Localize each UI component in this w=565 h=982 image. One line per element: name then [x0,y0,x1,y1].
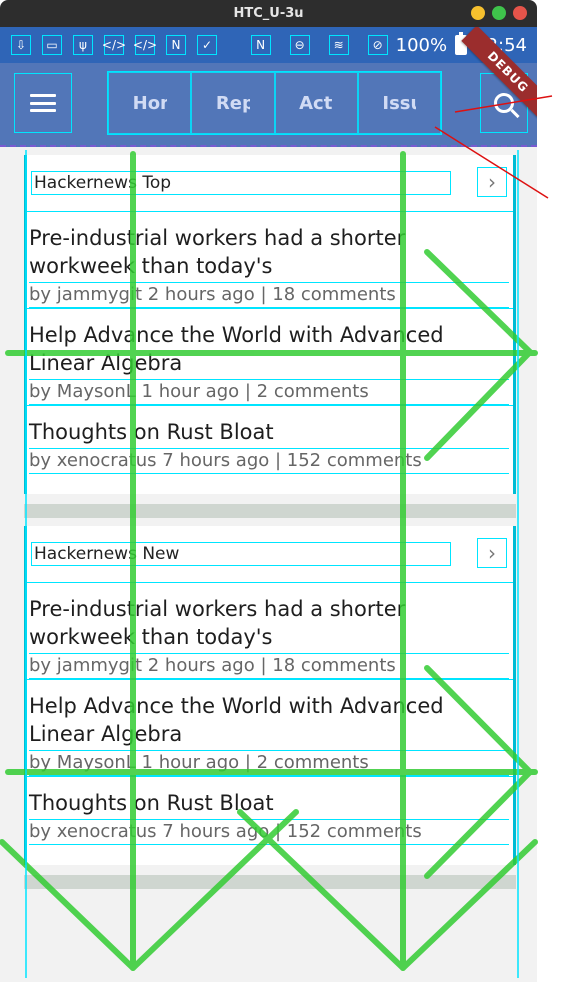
story-item[interactable]: Pre-industrial workers had a shorter wor… [27,582,513,679]
section-hackernews-top: Hackernews Top › Pre-industrial workers … [24,155,516,494]
code-icon: </> [102,35,126,55]
story-meta: by jammygit 2 hours ago | 18 comments [29,653,509,679]
battery-percent: 100% [395,34,448,56]
story-meta: by xenocratus 7 hours ago | 152 comments [29,819,509,845]
search-icon [494,93,514,113]
story-item[interactable]: Help Advance the World with Advanced Lin… [27,679,513,776]
window-controls [471,6,527,20]
story-item[interactable]: Thoughts on Rust Bloat by xenocratus 7 h… [27,776,513,845]
usb-icon: ψ [73,35,93,55]
window-titlebar: HTC_U-3u [0,0,537,27]
section-title: Hackernews New [31,542,451,566]
menu-button[interactable] [14,73,72,133]
n-app-icon: N [166,35,186,55]
story-meta: by MaysonL 1 hour ago | 2 comments [29,379,509,405]
no-sim-icon: ⊘ [367,35,388,55]
chevron-right-icon[interactable]: › [477,167,507,197]
close-button[interactable] [513,6,527,20]
tab-issues[interactable]: Issues [357,72,441,134]
window-title: HTC_U-3u [233,6,304,21]
do-not-disturb-icon: ⊖ [289,35,310,55]
story-item[interactable]: Pre-industrial workers had a shorter wor… [27,211,513,308]
section-divider [24,875,516,889]
story-title: Thoughts on Rust Bloat [29,791,274,815]
tab-label: Issues [382,92,416,114]
check-app-icon: ✓ [197,35,217,55]
section-hackernews-new: Hackernews New › Pre-industrial workers … [24,526,516,865]
maximize-button[interactable] [492,6,506,20]
section-title: Hackernews Top [31,171,451,195]
hamburger-icon [30,94,56,112]
story-title: Pre-industrial workers had a shorter wor… [29,226,406,278]
story-item[interactable]: Thoughts on Rust Bloat by xenocratus 7 h… [27,405,513,474]
wifi-icon: ≋ [328,35,349,55]
story-meta: by xenocratus 7 hours ago | 152 comments [29,448,509,474]
minimize-button[interactable] [471,6,485,20]
story-title: Help Advance the World with Advanced Lin… [29,694,444,746]
app-bar: Home Repo Activity Issues [0,63,537,147]
download-icon: ⇩ [11,35,31,55]
tab-label: Home [132,92,167,114]
story-meta: by MaysonL 1 hour ago | 2 comments [29,750,509,776]
tab-bar: Home Repo Activity Issues [107,71,442,135]
story-meta: by jammygit 2 hours ago | 18 comments [29,282,509,308]
section-header: Hackernews New › [27,526,513,582]
story-title: Help Advance the World with Advanced Lin… [29,323,444,375]
story-item[interactable]: Help Advance the World with Advanced Lin… [27,308,513,405]
status-bar: ⇩ ▭ ψ </> </> N ✓ N ⊖ ≋ ⊘ 100% 12:54 [0,27,537,63]
chevron-right-icon[interactable]: › [477,538,507,568]
nfc-icon: N [250,35,271,55]
code-icon-2: </> [133,35,157,55]
story-title: Pre-industrial workers had a shorter wor… [29,597,406,649]
tab-home[interactable]: Home [108,72,192,134]
feed-list[interactable]: Hackernews Top › Pre-industrial workers … [4,147,516,982]
tab-activity[interactable]: Activity [274,72,358,134]
story-title: Thoughts on Rust Bloat [29,420,274,444]
device-screen: ⇩ ▭ ψ </> </> N ✓ N ⊖ ≋ ⊘ 100% 12:54 Hom… [0,27,537,982]
tab-label: Activity [299,92,333,114]
tab-label: Repo [215,92,250,114]
screen-icon: ▭ [42,35,62,55]
section-header: Hackernews Top › [27,155,513,211]
tab-repo[interactable]: Repo [191,72,275,134]
section-divider [24,504,516,518]
